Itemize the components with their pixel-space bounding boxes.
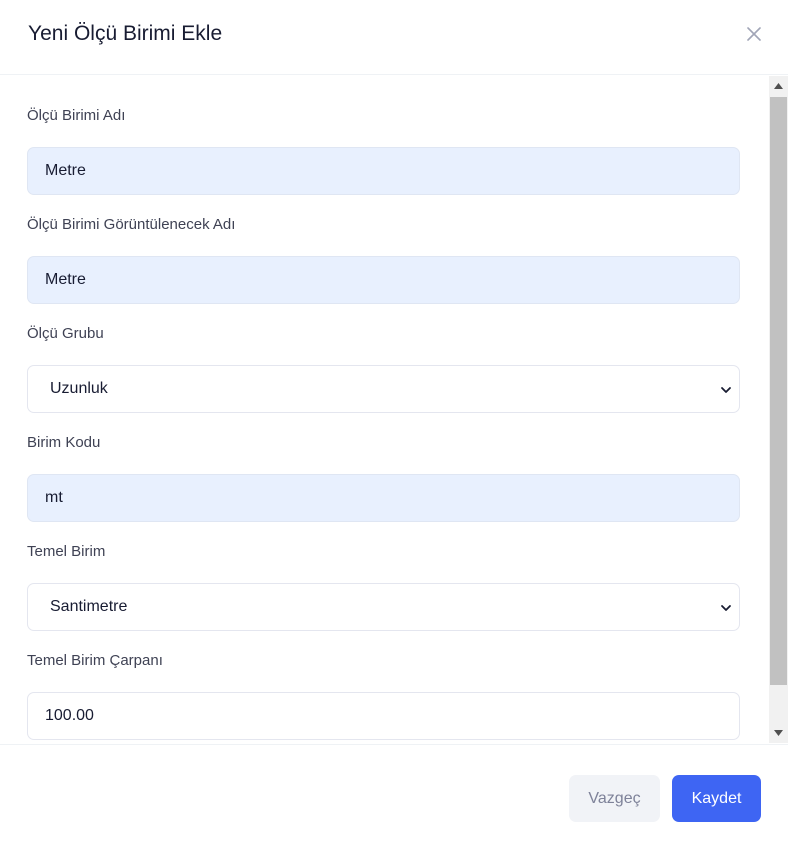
display-name-field: Ölçü Birimi Görüntülenecek Adı Metre	[27, 215, 740, 304]
unit-name-label: Ölçü Birimi Adı	[27, 107, 126, 124]
close-button[interactable]	[740, 20, 768, 48]
unit-group-field: Ölçü Grubu Uzunluk	[27, 324, 740, 413]
base-unit-label: Temel Birim	[27, 543, 106, 560]
unit-code-value: mt	[45, 489, 63, 506]
base-unit-select[interactable]: Santimetre	[27, 583, 740, 631]
display-name-input[interactable]: Metre	[27, 256, 740, 304]
scrollbar-thumb[interactable]	[770, 97, 787, 685]
arrow-down-icon	[774, 730, 783, 736]
display-name-label: Ölçü Birimi Görüntülenecek Adı	[27, 216, 236, 233]
base-multiplier-field: Temel Birim Çarpanı 100.00	[27, 651, 740, 740]
arrow-up-icon	[774, 83, 783, 89]
unit-name-input[interactable]: Metre	[27, 147, 740, 195]
unit-code-input[interactable]: mt	[27, 474, 740, 522]
modal-title: Yeni Ölçü Birimi Ekle	[28, 22, 223, 45]
modal-body: Ölçü Birimi Adı Metre Ölçü Birimi Görünt…	[0, 76, 788, 743]
scroll-up-button[interactable]	[769, 76, 788, 96]
display-name-value: Metre	[45, 271, 86, 288]
unit-code-label: Birim Kodu	[27, 434, 101, 451]
modal-footer: Vazgeç Kaydet	[0, 744, 788, 846]
unit-group-selected: Uzunluk	[50, 380, 108, 397]
chevron-down-icon	[721, 387, 731, 393]
cancel-button[interactable]: Vazgeç	[569, 775, 660, 822]
unit-group-label: Ölçü Grubu	[27, 325, 104, 342]
vertical-scrollbar[interactable]	[769, 76, 788, 743]
base-unit-field: Temel Birim Santimetre	[27, 542, 740, 631]
unit-name-field: Ölçü Birimi Adı Metre	[27, 106, 740, 195]
scroll-down-button[interactable]	[769, 723, 788, 743]
base-multiplier-value: 100.00	[45, 707, 94, 724]
base-unit-selected: Santimetre	[50, 598, 128, 615]
base-multiplier-label: Temel Birim Çarpanı	[27, 652, 163, 669]
modal-header: Yeni Ölçü Birimi Ekle	[0, 0, 788, 75]
chevron-down-icon	[721, 605, 731, 611]
base-multiplier-input[interactable]: 100.00	[27, 692, 740, 740]
close-icon	[747, 27, 761, 41]
unit-code-field: Birim Kodu mt	[27, 433, 740, 522]
unit-group-select[interactable]: Uzunluk	[27, 365, 740, 413]
unit-name-value: Metre	[45, 162, 86, 179]
save-button[interactable]: Kaydet	[672, 775, 761, 822]
